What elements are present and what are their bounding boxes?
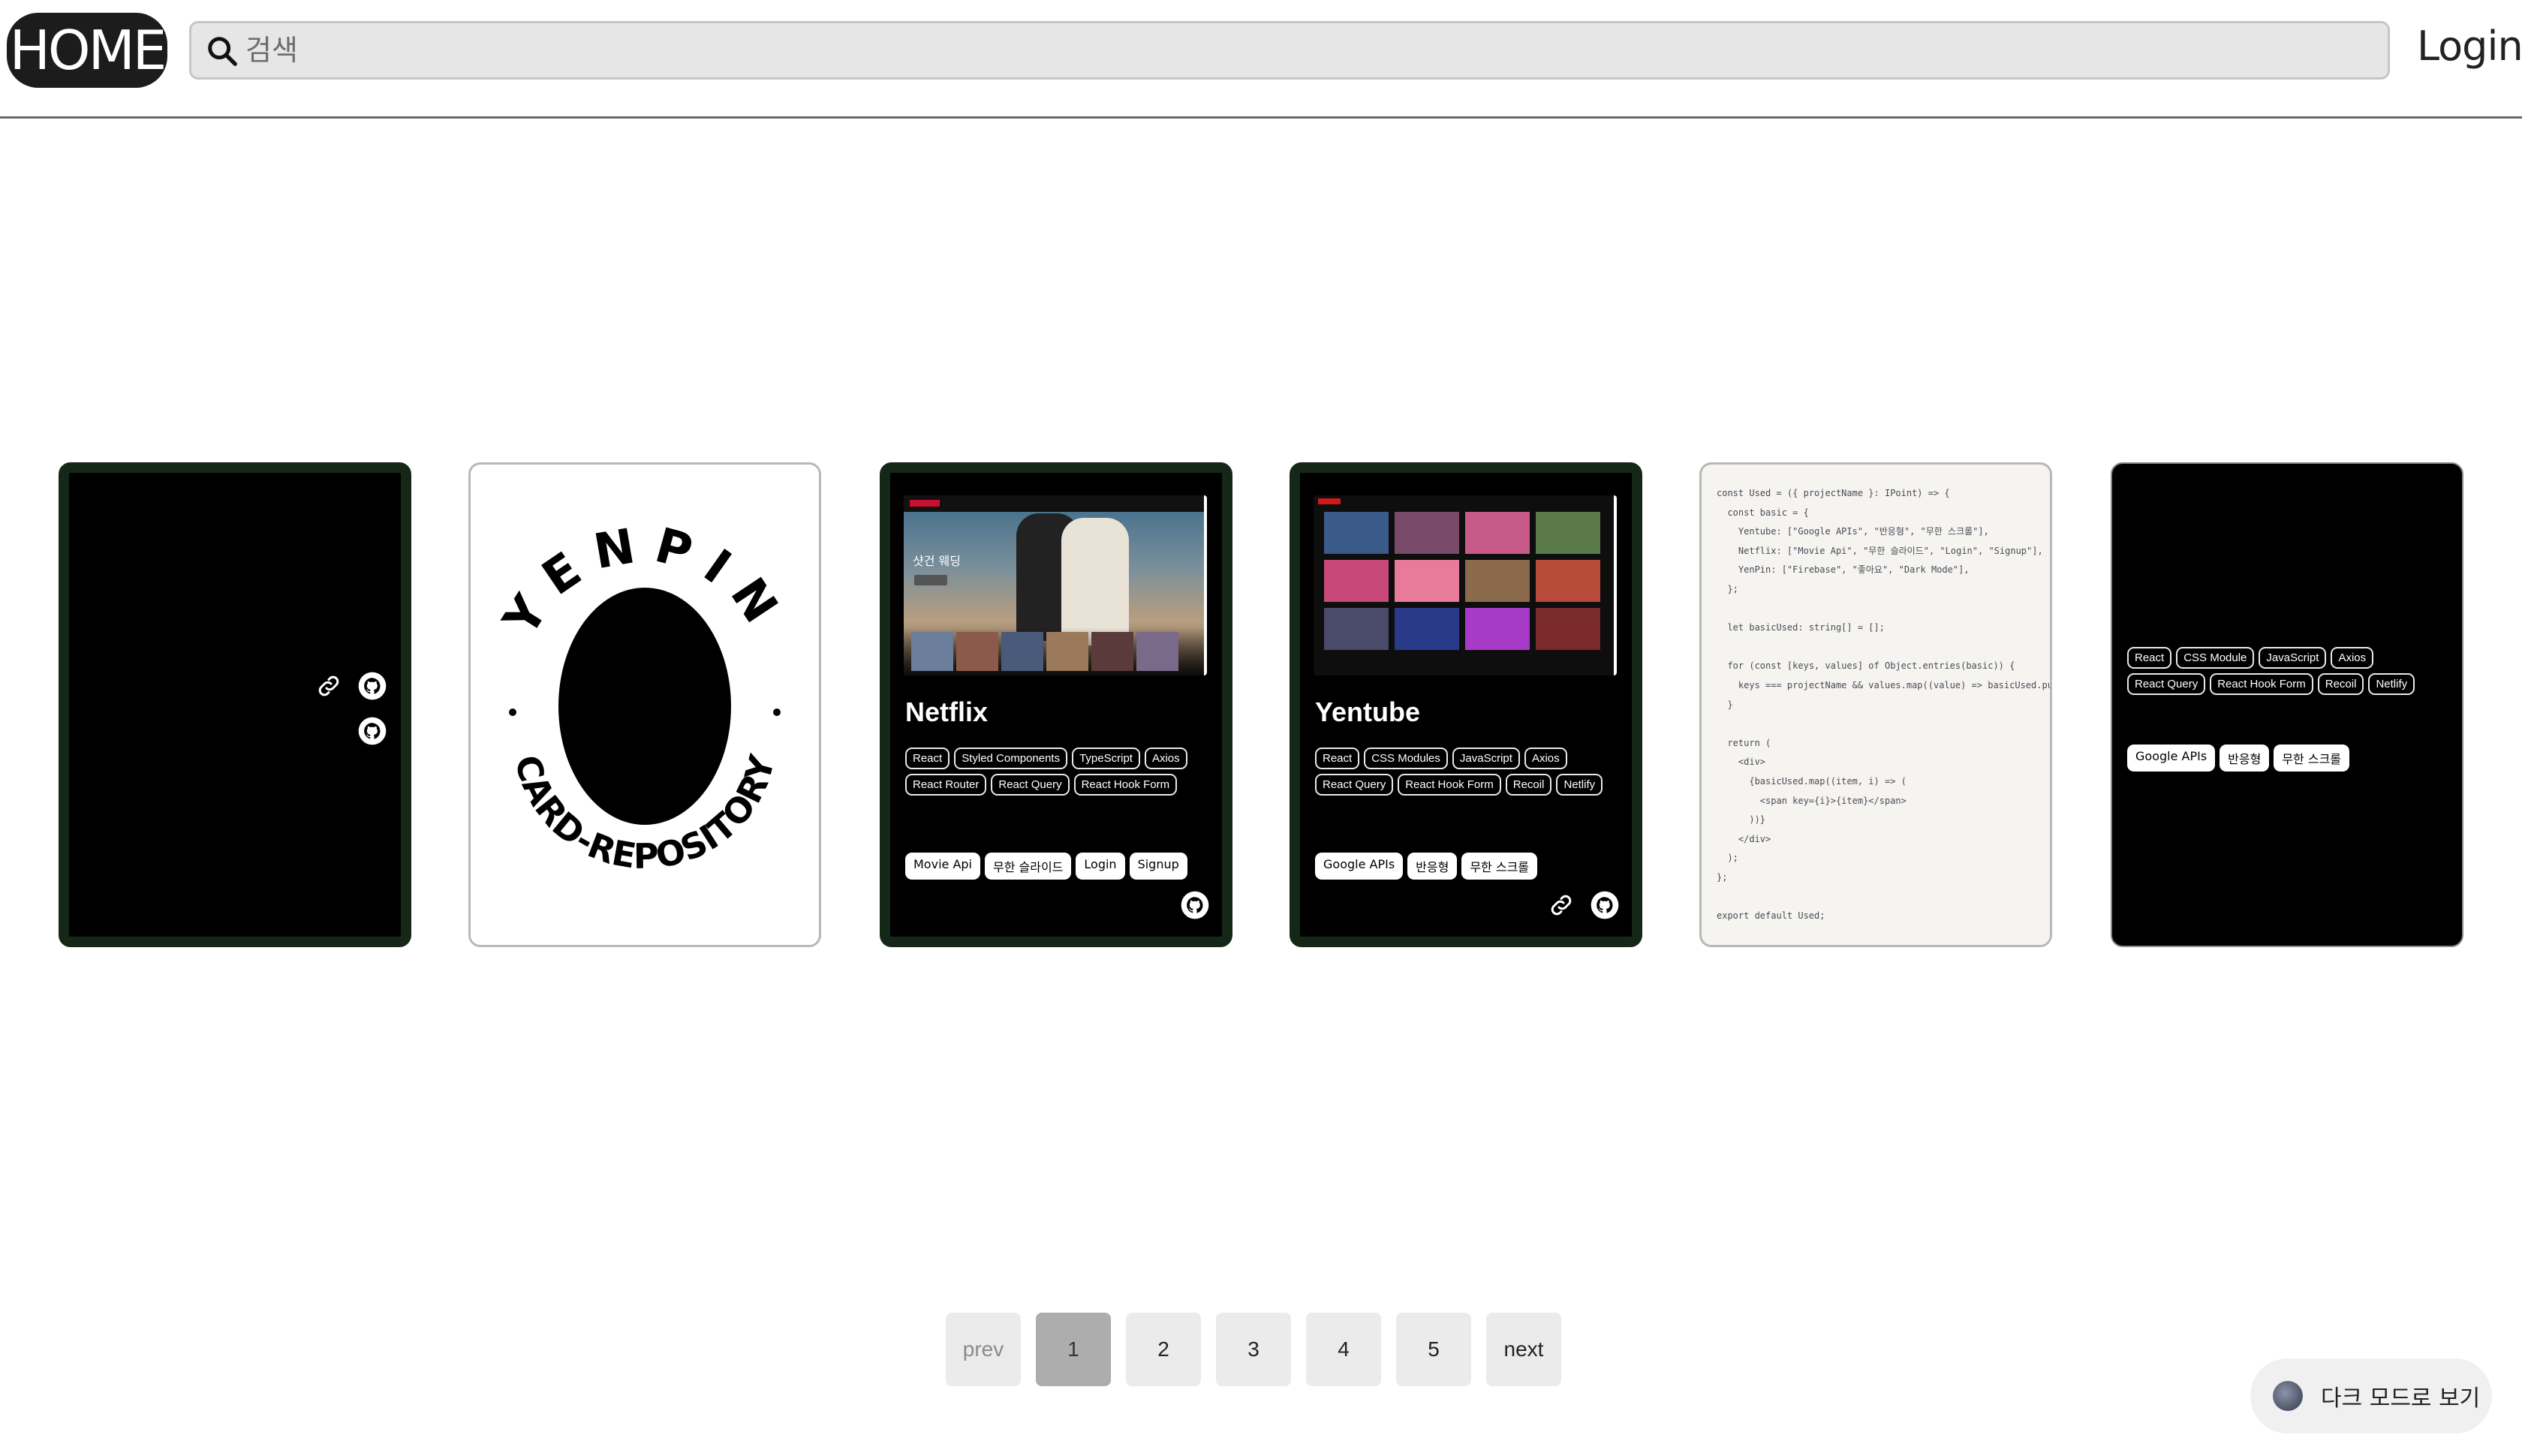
tech-tag: React Router: [905, 774, 987, 796]
feature-tags: Google APIs 반응형 무한 스크롤: [1315, 853, 1623, 880]
tech-tag: Axios: [1524, 748, 1567, 769]
prev-page-button[interactable]: prev: [946, 1313, 1021, 1386]
code-line: YenPin: ["Firebase", "좋아요", "Dark Mode"]…: [1717, 564, 1970, 576]
tech-tag: React Query: [991, 774, 1070, 796]
code-line: keys === projectName && values.map((valu…: [1738, 679, 2050, 690]
tech-tag: React: [905, 748, 950, 769]
tech-tag: Netlify: [2368, 673, 2415, 695]
tech-tag: Axios: [1144, 748, 1187, 769]
code-line: );: [1717, 853, 1738, 864]
netflix-screenshot: 샷건 웨딩: [904, 495, 1207, 675]
login-button[interactable]: Login: [2417, 23, 2522, 70]
tech-tags: React Styled Components TypeScript Axios…: [905, 748, 1213, 796]
card-title: Netflix: [905, 696, 989, 727]
code-line: Netflix: ["Movie Api", "무한 슬라이드", "Login…: [1717, 545, 2043, 556]
moon-icon: [2273, 1381, 2303, 1411]
feature-tags: Movie Api 무한 슬라이드 Login Signup: [905, 853, 1213, 880]
feature-tag: 반응형: [2220, 745, 2270, 772]
search-bar[interactable]: [189, 21, 2390, 80]
search-input[interactable]: [245, 28, 2362, 73]
tech-tag: Axios: [2331, 647, 2374, 669]
feature-tags: Google APIs 반응형 무한 스크롤: [2127, 745, 2442, 772]
page-button-4[interactable]: 4: [1306, 1313, 1381, 1386]
tech-tag: Recoil: [2317, 673, 2364, 695]
code-line: {basicUsed.map((item, i) => (: [1717, 775, 1907, 787]
project-card-yentube[interactable]: Yentube React CSS Modules JavaScript Axi…: [1290, 462, 1642, 947]
tech-tags: React CSS Modules JavaScript Axios React…: [1315, 748, 1623, 796]
home-button[interactable]: HOME: [7, 13, 167, 88]
tech-tag: React Hook Form: [1398, 774, 1501, 796]
page-button-1[interactable]: 1: [1036, 1313, 1111, 1386]
code-line: <span key={i}>{item}</span>: [1717, 795, 1907, 806]
tech-tags: React CSS Module JavaScript Axios React …: [2127, 647, 2442, 695]
project-card-netflix[interactable]: 샷건 웨딩 Netflix React Styled Components Ty…: [880, 462, 1232, 947]
code-line: export default Used;: [1717, 910, 1825, 922]
page-button-2[interactable]: 2: [1126, 1313, 1201, 1386]
code-line: let basicUsed: string[] = [];: [1717, 622, 1885, 633]
tech-tag: React: [1315, 748, 1360, 769]
tech-tag: TypeScript: [1072, 748, 1140, 769]
code-line: Yentube: ["Google APIs", "반응형", "무한 스크롤"…: [1717, 526, 1989, 537]
feature-tag: Signup: [1129, 853, 1187, 880]
next-page-button[interactable]: next: [1486, 1313, 1561, 1386]
code-line: </div>: [1717, 833, 1771, 844]
page-button-5[interactable]: 5: [1396, 1313, 1471, 1386]
link-icon[interactable]: [315, 672, 342, 699]
tech-tag: React Query: [1315, 774, 1394, 796]
code-line: };: [1717, 583, 1738, 594]
tech-tag: CSS Modules: [1364, 748, 1448, 769]
dark-mode-toggle[interactable]: 다크 모드로 보기: [2250, 1358, 2492, 1433]
github-icon[interactable]: [357, 671, 387, 701]
project-card-tags[interactable]: React CSS Module JavaScript Axios React …: [2111, 462, 2463, 947]
tech-tag: Recoil: [1505, 774, 1552, 796]
card-title: Yentube: [1315, 696, 1421, 727]
feature-tag: 무한 스크롤: [2274, 745, 2350, 772]
code-line: const basic = {: [1717, 507, 1809, 518]
feature-tag: Google APIs: [2127, 745, 2216, 772]
netflix-thumb-title: 샷건 웨딩: [913, 554, 961, 568]
github-icon[interactable]: [1590, 890, 1620, 920]
feature-tag: 무한 슬라이드: [984, 853, 1072, 880]
tech-tag: React Hook Form: [1073, 774, 1178, 796]
tech-tag: CSS Module: [2176, 647, 2255, 669]
tech-tag: React Hook Form: [2210, 673, 2313, 695]
github-icon[interactable]: [1180, 890, 1210, 920]
dark-mode-label: 다크 모드로 보기: [2321, 1385, 2481, 1412]
project-card-blank[interactable]: [59, 462, 411, 947]
code-line: return (: [1717, 737, 1771, 748]
link-icon[interactable]: [1548, 892, 1575, 919]
feature-tag: Login: [1076, 853, 1125, 880]
tech-tag: JavaScript: [1452, 748, 1520, 769]
code-line: for (const [keys, values] of Object.entr…: [1717, 660, 2015, 672]
code-snippet: const Used = ({ projectName }: IPoint) =…: [1717, 484, 2050, 926]
code-line: <div>: [1717, 757, 1766, 768]
code-line: };: [1717, 871, 1728, 883]
top-navbar: HOME Login: [0, 0, 2522, 119]
search-icon: [208, 37, 237, 66]
feature-tag: Google APIs: [1315, 853, 1404, 880]
code-line: }: [1717, 699, 1733, 710]
tech-tag: Styled Components: [954, 748, 1068, 769]
feature-tag: Movie Api: [905, 853, 980, 880]
project-card-yenpin[interactable]: YENPIN CARD-REPOSITORY: [468, 462, 821, 947]
tech-tag: Netlify: [1556, 774, 1603, 796]
tech-tag: React Query: [2127, 673, 2206, 695]
code-line: ))}: [1717, 814, 1766, 826]
tech-tag: React: [2127, 647, 2172, 669]
tech-tag: JavaScript: [2259, 647, 2327, 669]
feature-tag: 반응형: [1407, 853, 1458, 880]
code-line: const Used = ({ projectName }: IPoint) =…: [1717, 488, 1950, 498]
feature-tag: 무한 스크롤: [1461, 853, 1538, 880]
github-icon[interactable]: [357, 716, 387, 746]
page-button-3[interactable]: 3: [1216, 1313, 1291, 1386]
yentube-screenshot: [1314, 495, 1617, 675]
yenpin-logo: YENPIN CARD-REPOSITORY: [493, 516, 783, 877]
project-card-code[interactable]: const Used = ({ projectName }: IPoint) =…: [1699, 462, 2052, 947]
